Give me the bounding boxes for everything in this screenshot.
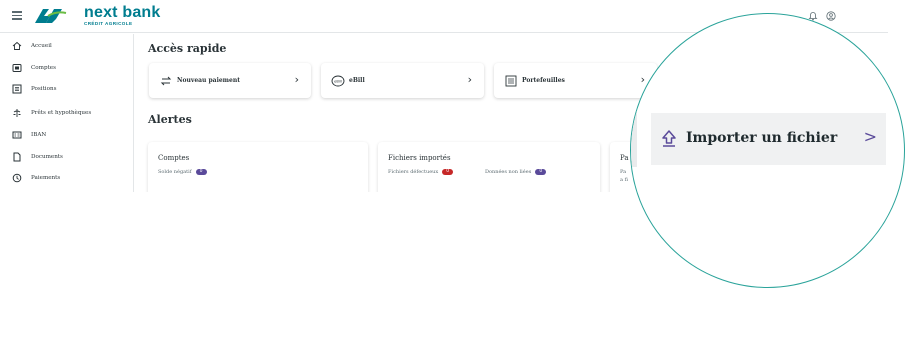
- alert-row[interactable]: Données non liées 0: [485, 169, 547, 175]
- alert-card-title: Pa: [620, 154, 629, 162]
- count-badge: 0: [195, 169, 207, 175]
- count-badge: 0: [535, 169, 547, 175]
- alert-row[interactable]: Solde négatif 0: [158, 169, 207, 175]
- sidebar-item-label: Comptes: [31, 65, 56, 71]
- home-icon: [12, 41, 22, 50]
- chevron-right-icon: ›: [294, 73, 299, 86]
- positions-icon: [12, 84, 22, 94]
- accounts-icon: [12, 64, 22, 72]
- chevron-right-icon: ›: [640, 73, 645, 86]
- alert-card-title: Fichiers importés: [388, 154, 451, 162]
- alert-row: Pa: [620, 169, 626, 175]
- quick-card-ebill[interactable]: eBill eBill ›: [321, 63, 484, 98]
- import-file-button[interactable]: Importer un fichier >: [651, 113, 886, 165]
- credit-agricole-logo-icon: [35, 9, 67, 23]
- ebill-icon: eBill: [331, 75, 345, 87]
- documents-icon: [13, 152, 21, 162]
- sidebar-item-label: Accueil: [31, 43, 52, 49]
- quick-card-label: eBill: [349, 77, 365, 84]
- sidebar-item-prets[interactable]: Prêts et hypothèques: [12, 106, 91, 120]
- import-file-label: Importer un fichier: [686, 130, 838, 146]
- sidebar-item-documents[interactable]: Documents: [12, 150, 63, 164]
- quick-card-label: Portefeuilles: [522, 77, 565, 84]
- logo-sub-text: CRÉDIT AGRICOLE: [84, 21, 133, 27]
- zoom-callout: Importer un fichier >: [630, 13, 905, 288]
- alert-card-comptes[interactable]: Comptes Solde négatif 0: [148, 142, 368, 192]
- svg-text:eBill: eBill: [334, 79, 342, 83]
- alert-row-label: a fi: [620, 177, 628, 183]
- sidebar-item-accueil[interactable]: Accueil: [12, 39, 52, 53]
- quick-access-title: Accès rapide: [148, 42, 227, 55]
- sidebar-item-iban[interactable]: IBAN: [12, 128, 46, 142]
- alert-row-label: Solde négatif: [158, 169, 192, 175]
- sidebar-item-label: Prêts et hypothèques: [31, 110, 92, 116]
- sidebar-item-positions[interactable]: Positions: [12, 82, 56, 96]
- quick-card-label: Nouveau paiement: [177, 77, 240, 84]
- zoom-card-edge: [631, 111, 637, 167]
- alert-row: a fi: [620, 177, 628, 183]
- quick-card-nouveau-paiement[interactable]: Nouveau paiement ›: [149, 63, 311, 98]
- sidebar-item-label: IBAN: [31, 132, 47, 138]
- transfer-arrows-icon: [160, 76, 172, 86]
- count-badge: 0: [442, 169, 454, 175]
- quick-card-portefeuilles[interactable]: Portefeuilles ›: [494, 63, 657, 98]
- alert-row-label: Fichiers défectueux: [388, 169, 439, 175]
- upload-icon: [662, 130, 676, 147]
- alert-card-title: Comptes: [158, 154, 190, 162]
- loans-icon: [13, 109, 21, 117]
- alert-row-label: Données non liées: [485, 169, 532, 175]
- chevron-right-icon: ›: [467, 73, 472, 86]
- sidebar-item-label: Documents: [31, 154, 63, 160]
- sidebar-item-label: Positions: [31, 86, 57, 92]
- alert-row-label: Pa: [620, 169, 627, 175]
- hamburger-icon[interactable]: [12, 11, 22, 21]
- alert-card-fichiers-importes[interactable]: Fichiers importés Fichiers défectueux 0 …: [378, 142, 600, 192]
- sidebar-item-paiements[interactable]: Paiements: [12, 171, 60, 185]
- user-icon[interactable]: [826, 11, 836, 21]
- iban-icon: [12, 131, 22, 139]
- sidebar-item-label: Paiements: [31, 175, 61, 181]
- portfolio-icon: [505, 75, 517, 87]
- payments-icon: [12, 173, 22, 183]
- alert-row[interactable]: Fichiers défectueux 0: [388, 169, 454, 175]
- logo[interactable]: next bank CRÉDIT AGRICOLE: [32, 4, 161, 28]
- sidebar: Accueil Comptes Positions Prêts et hypot…: [0, 34, 134, 192]
- alerts-title: Alertes: [148, 113, 192, 126]
- sidebar-item-comptes[interactable]: Comptes: [12, 61, 56, 75]
- chevron-right-icon: >: [863, 127, 877, 146]
- logo-main-text: next bank: [84, 4, 161, 22]
